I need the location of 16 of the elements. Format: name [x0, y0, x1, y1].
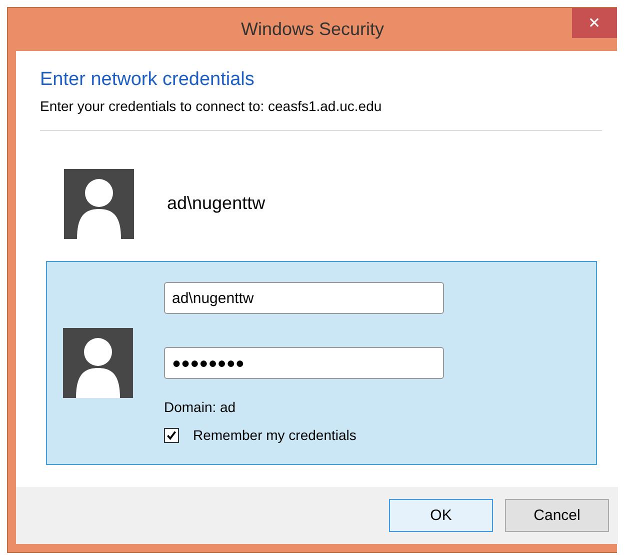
avatar-icon	[63, 328, 133, 398]
dialog-subtitle: Enter your credentials to connect to: ceasfs1.ad.uc.edu	[40, 98, 383, 114]
cancel-button[interactable]: Cancel	[505, 499, 609, 532]
account-name: ad\nugenttw	[167, 193, 266, 214]
ok-button[interactable]: OK	[389, 499, 493, 532]
dialog-heading: Enter network credentials	[40, 68, 256, 91]
remember-label[interactable]: Remember my credentials	[193, 427, 356, 444]
remember-checkbox[interactable]	[164, 428, 179, 443]
account-tile[interactable]: ad\nugenttw	[40, 158, 602, 249]
avatar-icon	[64, 168, 134, 239]
close-button[interactable]: ✕	[572, 8, 617, 38]
domain-label: Domain: ad	[164, 399, 237, 416]
credential-tile[interactable]: ad\nugenttw ●●●●●●●● Domain: ad Remember my credentials	[46, 260, 597, 465]
username-field[interactable]: ad\nugenttw	[164, 282, 444, 314]
window-title: Windows Security	[240, 19, 384, 40]
password-field[interactable]: ●●●●●●●●	[164, 347, 444, 380]
